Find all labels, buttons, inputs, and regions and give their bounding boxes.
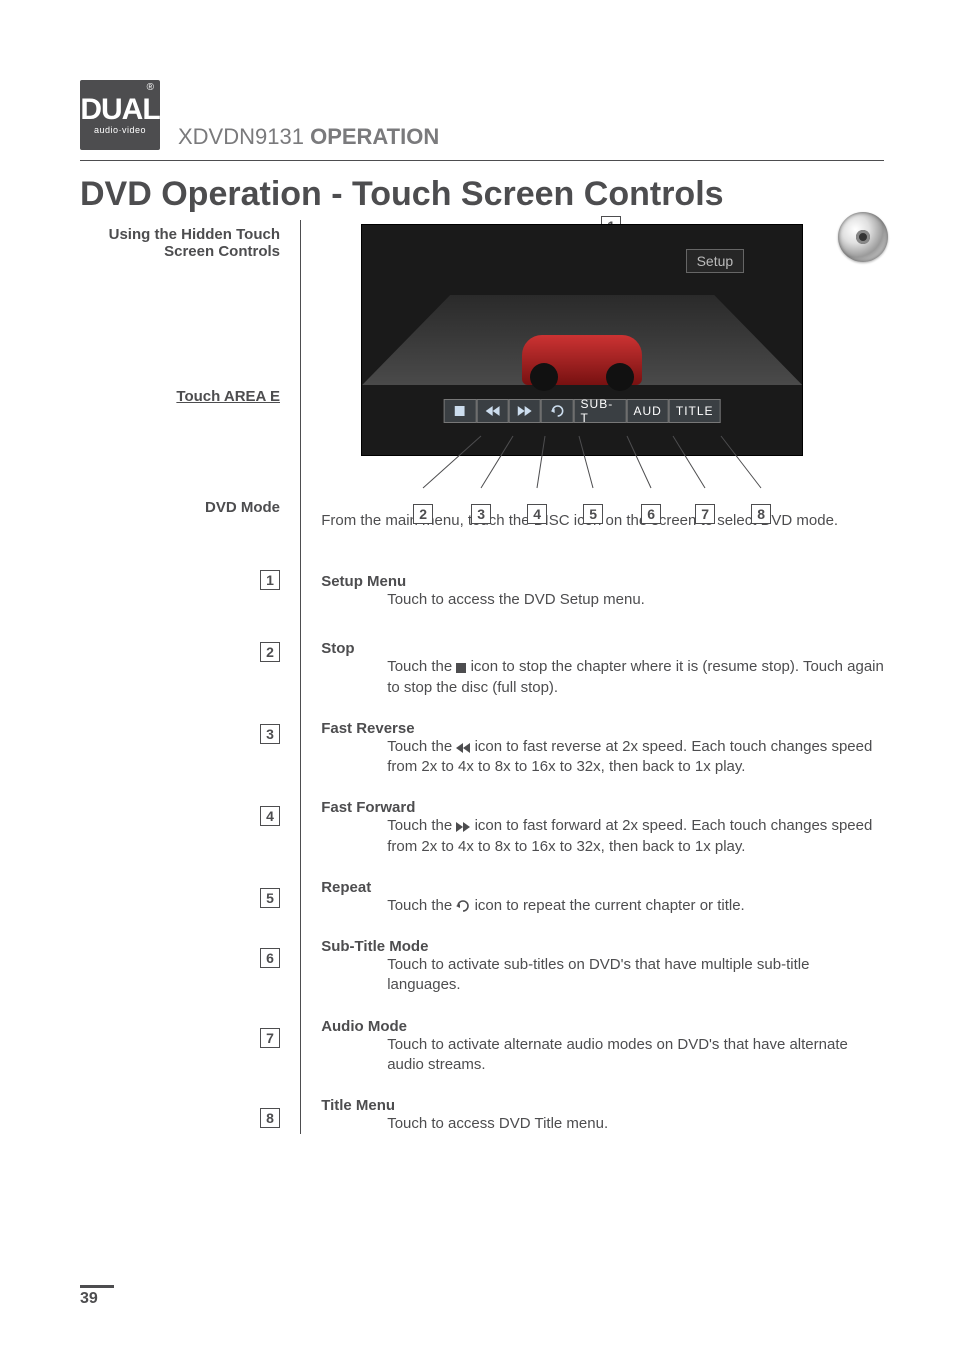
page: ® DUAL audio·video XDVDN9131 OPERATION D… bbox=[0, 0, 954, 1354]
fast-reverse-icon bbox=[456, 743, 470, 753]
item-3: Fast Reverse Touch the icon to fast reve… bbox=[321, 720, 884, 778]
item-6-body: Touch to activate sub-titles on DVD's th… bbox=[321, 955, 884, 996]
logo-subtext: audio·video bbox=[94, 125, 146, 135]
left-column: Using the Hidden Touch Screen Controls T… bbox=[80, 220, 300, 1134]
fast-forward-icon bbox=[456, 822, 470, 832]
header-rule bbox=[80, 160, 884, 161]
setup-button[interactable]: Setup bbox=[686, 249, 745, 273]
subtitle-button[interactable]: SUB-T bbox=[574, 399, 627, 423]
disc-icon bbox=[838, 212, 888, 262]
header: ® DUAL audio·video XDVDN9131 OPERATION bbox=[80, 80, 884, 150]
item-2-body: Touch the icon to stop the chapter where… bbox=[321, 657, 884, 698]
label-dvd-mode: DVD Mode bbox=[80, 499, 280, 516]
item-2: Stop Touch the icon to stop the chapter … bbox=[321, 640, 884, 698]
screen-callout-4: 4 bbox=[527, 504, 547, 524]
left-callout-3: 3 bbox=[80, 724, 280, 744]
left-callout-7: 7 bbox=[80, 1028, 280, 1048]
item-7-body: Touch to activate alternate audio modes … bbox=[321, 1035, 884, 1076]
leader-lines: 2 3 4 5 6 7 8 bbox=[361, 456, 801, 502]
item-4-title: Fast Forward bbox=[321, 799, 884, 816]
items: Setup Menu Touch to access the DVD Setup… bbox=[321, 573, 884, 1134]
title-button[interactable]: TITLE bbox=[669, 399, 721, 423]
audio-button[interactable]: AUD bbox=[627, 399, 669, 423]
left-callout-6: 6 bbox=[80, 948, 280, 968]
left-callout-4: 4 bbox=[80, 806, 280, 826]
item-1: Setup Menu Touch to access the DVD Setup… bbox=[321, 573, 884, 610]
stop-button[interactable] bbox=[444, 399, 476, 423]
content: Using the Hidden Touch Screen Controls T… bbox=[80, 220, 884, 1134]
item-8: Title Menu Touch to access DVD Title men… bbox=[321, 1097, 884, 1134]
screen-callout-8: 8 bbox=[751, 504, 771, 524]
control-bar: SUB-T AUD TITLE bbox=[444, 399, 721, 423]
screen-callout-7: 7 bbox=[695, 504, 715, 524]
item-7-title: Audio Mode bbox=[321, 1018, 884, 1035]
page-title: DVD Operation - Touch Screen Controls bbox=[80, 175, 884, 214]
item-8-body: Touch to access DVD Title menu. bbox=[321, 1114, 608, 1134]
left-callout-5: 5 bbox=[80, 888, 280, 908]
screen-callout-3: 3 bbox=[471, 504, 491, 524]
item-5-body: Touch the icon to repeat the current cha… bbox=[321, 896, 745, 916]
item-1-body: Touch to access the DVD Setup menu. bbox=[321, 590, 645, 610]
item-8-title: Title Menu bbox=[321, 1097, 608, 1114]
logo-text: DUAL bbox=[80, 95, 159, 125]
screen-callout-5: 5 bbox=[583, 504, 603, 524]
item-7: Audio Mode Touch to activate alternate a… bbox=[321, 1018, 884, 1076]
stop-icon bbox=[456, 663, 466, 673]
left-callout-1: 1 bbox=[80, 570, 280, 590]
page-number: 39 bbox=[80, 1285, 114, 1308]
label-using-hidden: Using the Hidden Touch Screen Controls bbox=[80, 226, 280, 260]
label-touch-area-e: Touch AREA E bbox=[80, 388, 280, 405]
screenshot-car bbox=[522, 335, 642, 385]
item-5-title: Repeat bbox=[321, 879, 745, 896]
item-4: Fast Forward Touch the icon to fast forw… bbox=[321, 799, 884, 857]
item-3-title: Fast Reverse bbox=[321, 720, 884, 737]
repeat-button[interactable] bbox=[541, 399, 573, 423]
item-2-title: Stop bbox=[321, 640, 884, 657]
registered-mark: ® bbox=[147, 82, 154, 93]
item-4-body: Touch the icon to fast forward at 2x spe… bbox=[321, 816, 884, 857]
screen-callout-6: 6 bbox=[641, 504, 661, 524]
section-title: OPERATION bbox=[310, 124, 439, 149]
left-callout-8: 8 bbox=[80, 1108, 280, 1128]
repeat-icon bbox=[456, 900, 470, 912]
item-3-body: Touch the icon to fast reverse at 2x spe… bbox=[321, 737, 884, 778]
item-6-title: Sub-Title Mode bbox=[321, 938, 884, 955]
fast-forward-button[interactable] bbox=[509, 399, 541, 423]
model-number: XDVDN9131 bbox=[178, 124, 304, 149]
brand-logo: ® DUAL audio·video bbox=[80, 80, 160, 150]
header-text: XDVDN9131 OPERATION bbox=[178, 124, 439, 150]
item-5: Repeat Touch the icon to repeat the curr… bbox=[321, 879, 884, 916]
dvd-screenshot: Setup SUB-T AUD TITLE bbox=[361, 224, 803, 456]
item-1-title: Setup Menu bbox=[321, 573, 645, 590]
right-column: 1 Setup bbox=[301, 220, 884, 1134]
fast-reverse-button[interactable] bbox=[476, 399, 508, 423]
item-6: Sub-Title Mode Touch to activate sub-tit… bbox=[321, 938, 884, 996]
left-callout-2: 2 bbox=[80, 642, 280, 662]
screen-callout-2: 2 bbox=[413, 504, 433, 524]
